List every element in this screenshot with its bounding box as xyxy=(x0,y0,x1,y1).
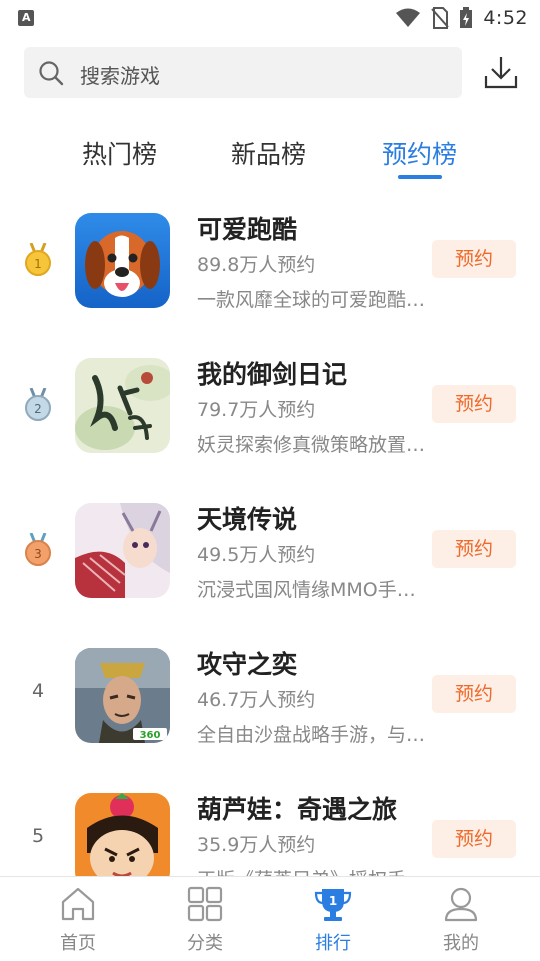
svg-text:2: 2 xyxy=(34,402,42,416)
silver-medal-icon: 2 xyxy=(25,388,51,421)
nav-ranking[interactable]: 1 排行 xyxy=(293,877,373,961)
search-input[interactable]: 搜索游戏 xyxy=(24,47,462,98)
list-item[interactable]: 2 我的御剑日记 79.7万人预约 妖灵探索修真微策略放置… 预约 xyxy=(0,345,540,490)
no-sim-icon xyxy=(431,7,450,29)
svg-text:1: 1 xyxy=(329,894,337,908)
gold-medal-icon: 1 xyxy=(25,243,51,276)
active-tab-indicator xyxy=(398,175,442,179)
tab-new[interactable]: 新品榜 xyxy=(231,135,306,171)
wifi-icon xyxy=(396,8,421,27)
game-title[interactable]: 葫芦娃：奇遇之旅 xyxy=(197,790,397,826)
game-title[interactable]: 可爱跑酷 xyxy=(197,210,297,246)
reservation-count: 35.9万人预约 xyxy=(197,834,316,856)
reserve-button[interactable]: 预约 xyxy=(432,530,516,568)
game-title[interactable]: 攻守之奕 xyxy=(197,645,297,681)
nav-home[interactable]: 首页 xyxy=(38,877,118,961)
game-description: 全自由沙盘战略手游，与… xyxy=(197,724,426,746)
svg-text:360: 360 xyxy=(140,730,161,741)
game-description: 沉浸式国风情缘MMO手… xyxy=(197,579,416,601)
tab-hot[interactable]: 热门榜 xyxy=(82,135,157,171)
svg-text:1: 1 xyxy=(34,257,42,271)
game-title[interactable]: 我的御剑日记 xyxy=(197,355,347,391)
game-description: 妖灵探索修真微策略放置… xyxy=(197,434,426,456)
reserve-button[interactable]: 预约 xyxy=(432,675,516,713)
nav-ranking-label: 排行 xyxy=(315,933,351,954)
rank-number: 4 xyxy=(31,680,45,702)
bottom-navigation: 首页 分类 1 排行 我的 xyxy=(0,876,540,961)
battery-charging-icon xyxy=(460,7,473,28)
list-item[interactable]: 3 天境传说 49.5万人预约 沉浸式国风情缘MMO手… 预约 xyxy=(0,490,540,635)
status-bar: 4:52 xyxy=(0,0,540,36)
nav-category-label: 分类 xyxy=(187,933,223,954)
svg-text:3: 3 xyxy=(34,547,42,561)
search-icon xyxy=(39,61,64,86)
reserve-button[interactable]: 预约 xyxy=(432,240,516,278)
list-item[interactable]: 4 360 攻守之奕 46.7万人预约 全自由沙盘战略手游，与… 预约 xyxy=(0,635,540,780)
app-icon-heaven-legend[interactable] xyxy=(75,503,170,598)
status-icons: 4:52 xyxy=(395,6,528,30)
home-icon xyxy=(61,887,95,921)
user-icon xyxy=(444,887,478,922)
reserve-button[interactable]: 预约 xyxy=(432,820,516,858)
trophy-icon: 1 xyxy=(314,889,352,921)
reservation-count: 49.5万人预约 xyxy=(197,544,316,566)
list-item[interactable]: 1 可爱跑酷 89.8万人预约 一款风靡全球的可爱跑酷… 预约 xyxy=(0,200,540,345)
game-title[interactable]: 天境传说 xyxy=(197,500,297,536)
status-time: 4:52 xyxy=(483,7,528,29)
nav-category[interactable]: 分类 xyxy=(165,877,245,961)
app-icon-siege-chess[interactable]: 360 xyxy=(75,648,170,743)
grid-icon xyxy=(187,886,223,922)
bronze-medal-icon: 3 xyxy=(25,533,51,566)
reservation-count: 46.7万人预约 xyxy=(197,689,316,711)
download-icon[interactable] xyxy=(484,54,518,90)
tab-reservation[interactable]: 预约榜 xyxy=(382,135,457,171)
app-icon-cute-parkour[interactable] xyxy=(75,213,170,308)
search-placeholder: 搜索游戏 xyxy=(80,64,160,88)
nav-profile[interactable]: 我的 xyxy=(421,877,501,961)
nav-profile-label: 我的 xyxy=(443,933,479,954)
nav-home-label: 首页 xyxy=(60,933,96,954)
app-icon-sword-diary[interactable] xyxy=(75,358,170,453)
notification-app-icon xyxy=(18,10,34,26)
reserve-button[interactable]: 预约 xyxy=(432,385,516,423)
reservation-count: 79.7万人预约 xyxy=(197,399,316,421)
rank-number: 5 xyxy=(31,825,45,847)
app-icon-calabash-brothers[interactable] xyxy=(75,793,170,888)
reservation-count: 89.8万人预约 xyxy=(197,254,316,276)
ranking-tabs: 热门榜 新品榜 预约榜 xyxy=(0,135,540,185)
game-description: 一款风靡全球的可爱跑酷… xyxy=(197,289,426,311)
